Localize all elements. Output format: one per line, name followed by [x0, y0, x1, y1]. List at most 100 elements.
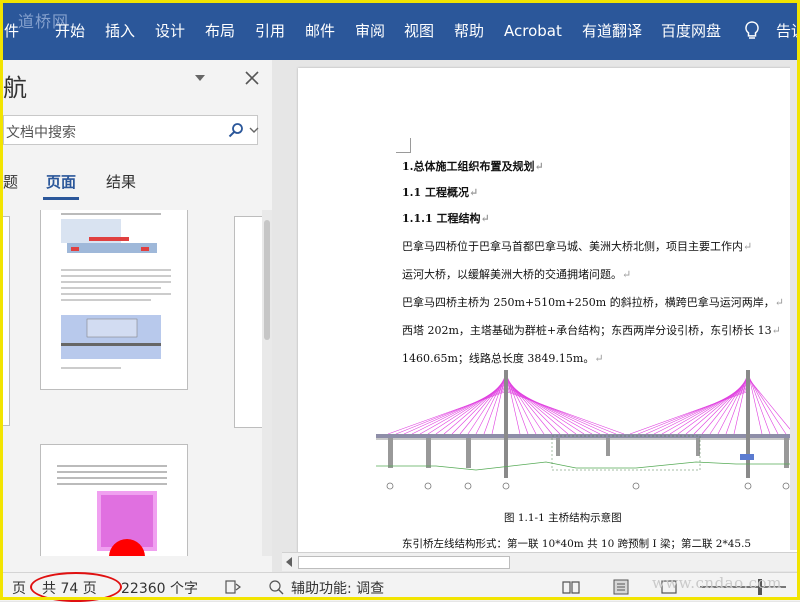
tab-youdao-translate[interactable]: 有道翻译 [582, 20, 642, 42]
tab-acrobat[interactable]: Acrobat [504, 20, 562, 42]
page-thumbnail-18[interactable] [40, 444, 188, 556]
search-placeholder: 文档中搜索 [6, 125, 76, 141]
doc-paragraph-line: 1460.65m；线路总长度 3849.15m。↵ [402, 350, 604, 366]
document-area: 1.总体施工组织布置及规划↵ 1.1 工程概况↵ 1.1.1 工程结构↵ 巴拿马四桥… [272, 60, 800, 572]
tab-insert[interactable]: 插入 [105, 20, 135, 42]
scroll-left-arrow[interactable] [286, 557, 292, 567]
doc-line-text: 运河大桥，以缓解美洲大桥的交通拥堵问题。 [402, 268, 622, 281]
doc-line-text: 1.1.1 工程结构 [402, 212, 481, 225]
tab-file[interactable]: 件 [4, 20, 19, 42]
tab-results[interactable]: 结果 [106, 171, 136, 192]
print-layout-icon[interactable] [612, 579, 630, 595]
tab-design[interactable]: 设计 [155, 20, 185, 42]
accessibility-icon[interactable] [268, 579, 286, 595]
search-icon[interactable] [228, 122, 244, 138]
stay-cable [747, 371, 763, 435]
paragraph-mark: ↵ [594, 352, 604, 365]
doc-paragraph-line: 运河大桥，以缓解美洲大桥的交通拥堵问题。↵ [402, 266, 631, 282]
margin-corner-mark [396, 138, 411, 153]
paragraph-mark: ↵ [480, 212, 490, 225]
accessibility-status[interactable]: 辅助功能: 调查 [291, 578, 384, 598]
page-indicator-prefix[interactable]: 页 [12, 578, 26, 598]
annotation-circle [30, 572, 122, 602]
doc-line-text: 巴拿马四桥主桥为 250m+510m+250m 的斜拉桥，横跨巴拿马运河两岸， [402, 296, 775, 309]
stay-cable [435, 382, 507, 435]
bridge-figure [376, 370, 800, 490]
doc-line-text: 巴拿马四桥位于巴拿马首都巴拿马城、美洲大桥北侧，项目主要工作内 [402, 240, 743, 253]
page-thumbnail-17[interactable] [40, 210, 188, 390]
horizontal-scrollbar[interactable] [282, 552, 800, 571]
stay-cable [747, 373, 771, 435]
doc-paragraph-line: 西塔 202m，主塔基础为群桩+承台结构；东西两岸分设引桥，东引桥长 13↵ [402, 322, 781, 338]
stay-cable [403, 388, 507, 435]
doc-line-text: 1.总体施工组织布置及规划 [402, 160, 535, 173]
paragraph-mark: ↵ [771, 324, 781, 337]
stay-cable [505, 382, 577, 435]
stay-cable [685, 380, 749, 435]
doc-paragraph-line: 巴拿马四桥主桥为 250m+510m+250m 的斜拉桥，横跨巴拿马运河两岸，↵ [402, 294, 784, 310]
close-icon[interactable] [244, 70, 260, 86]
tab-mailings[interactable]: 邮件 [305, 20, 335, 42]
stay-cable [747, 377, 795, 435]
doc-heading: 1.1.1 工程结构↵ [402, 210, 490, 226]
horizontal-scrollbar-thumb[interactable] [298, 556, 510, 569]
tab-review[interactable]: 审阅 [355, 20, 385, 42]
doc-heading: 1.1 工程概况↵ [402, 184, 478, 200]
paragraph-mark: ↵ [743, 240, 753, 253]
stay-cable [505, 391, 625, 435]
tab-view[interactable]: 视图 [404, 20, 434, 42]
doc-paragraph-line: 巴拿马四桥位于巴拿马首都巴拿马城、美洲大桥北侧，项目主要工作内↵ [402, 238, 752, 254]
stay-cable [505, 388, 609, 435]
doc-paragraph-after-figure: 东引桥左线结构形式：第一联 10*40m 共 10 跨预制 I 梁；第二联 2*… [402, 538, 752, 550]
stay-cable [677, 382, 749, 435]
page-thumbnails: 17 [0, 210, 262, 556]
tab-tell-me[interactable]: 告诉 [776, 20, 800, 42]
page-18-preview [57, 465, 167, 556]
page-17-preview [61, 213, 171, 369]
stay-cable [669, 383, 749, 435]
figure-caption: 图 1.1-1 主桥结构示意图 [504, 512, 622, 524]
tab-layout[interactable]: 布局 [205, 20, 235, 42]
proofing-icon[interactable] [224, 579, 242, 595]
tab-references[interactable]: 引用 [255, 20, 285, 42]
stay-cable [505, 380, 569, 435]
stay-cable [387, 391, 507, 435]
pane-options-icon[interactable] [193, 73, 207, 83]
stay-cable [637, 389, 749, 435]
navigation-pane: 航 文档中搜索 题 页面 结果 [0, 60, 272, 572]
read-mode-icon[interactable] [562, 579, 580, 595]
tab-help[interactable]: 帮助 [454, 20, 484, 42]
ribbon-tab-bar: 道桥网 件 开始 插入 设计 布局 引用 邮件 审阅 视图 帮助 Acrobat… [0, 0, 800, 60]
tab-home[interactable]: 开始 [55, 20, 85, 42]
paragraph-mark: ↵ [774, 296, 784, 309]
bottom-watermark: www.cndao.com [652, 574, 782, 592]
stay-cable [505, 383, 585, 435]
word-count[interactable]: 22360 个字 [121, 578, 198, 598]
stay-cable [395, 389, 507, 435]
paragraph-mark: ↵ [622, 268, 632, 281]
doc-line-text: 西塔 202m，主塔基础为群桩+承台结构；东西两岸分设引桥，东引桥长 13 [402, 324, 772, 337]
doc-line-text: 1460.65m；线路总长度 3849.15m。 [402, 352, 595, 365]
lightbulb-icon[interactable] [742, 20, 762, 42]
paragraph-mark: ↵ [468, 186, 479, 199]
paragraph-mark: ↵ [534, 160, 544, 173]
page-thumbnail-partial-right[interactable] [234, 216, 262, 428]
nav-pane-title: 航 [3, 74, 27, 102]
document-page[interactable]: 1.总体施工组织布置及规划↵ 1.1 工程概况↵ 1.1.1 工程结构↵ 巴拿马四桥… [298, 68, 800, 554]
stay-cable [427, 383, 507, 435]
stay-cable [443, 380, 507, 435]
tab-pages[interactable]: 页面 [46, 171, 76, 192]
search-input[interactable]: 文档中搜索 [3, 115, 259, 145]
tab-baidu-netdisk[interactable]: 百度网盘 [661, 20, 721, 42]
doc-line-text: 1.1 工程概况 [402, 186, 469, 199]
doc-heading: 1.总体施工组织布置及规划↵ [402, 158, 544, 174]
stay-cable [629, 391, 749, 435]
stay-cable [645, 388, 749, 435]
thumbnail-scrollbar-thumb[interactable] [264, 220, 270, 340]
vertical-scrollbar[interactable] [790, 60, 800, 550]
chevron-down-icon[interactable] [249, 126, 259, 134]
stay-cable [505, 389, 617, 435]
page-thumbnail-partial[interactable] [0, 216, 10, 426]
tab-headings[interactable]: 题 [3, 171, 18, 192]
active-tab-indicator [43, 197, 79, 200]
